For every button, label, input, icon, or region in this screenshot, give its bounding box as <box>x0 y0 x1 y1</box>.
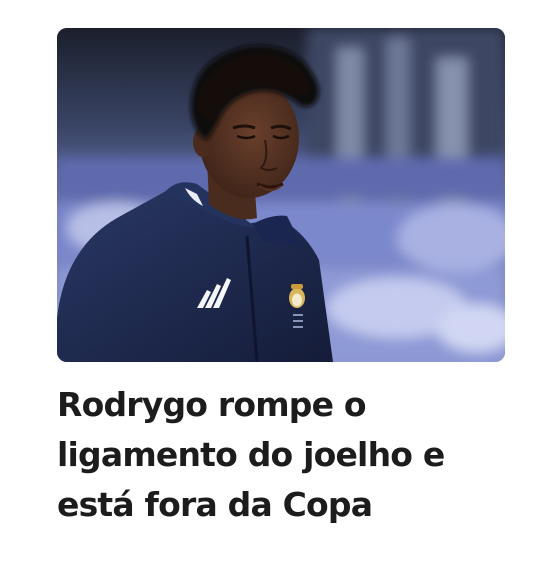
person-photo <box>57 28 505 362</box>
article-headline[interactable]: Rodrygo rompe o ligamento do joelho e es… <box>57 380 505 530</box>
news-card[interactable]: Rodrygo rompe o ligamento do joelho e es… <box>57 28 505 530</box>
article-thumbnail[interactable] <box>57 28 505 362</box>
